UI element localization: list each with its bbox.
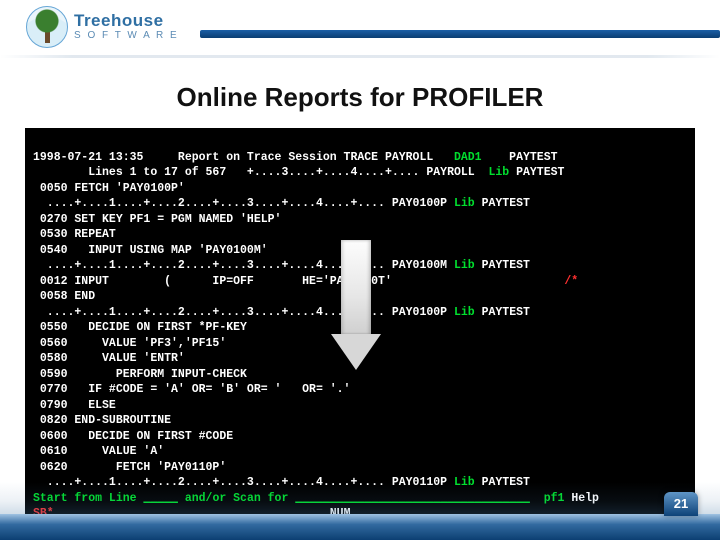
term-line: 0550 DECIDE ON FIRST *PF-KEY <box>33 321 247 334</box>
company-logo: Treehouse S O F T W A R E <box>26 6 179 48</box>
term-line: 0560 VALUE 'PF3','PF15' <box>33 337 226 350</box>
term-line: Lines 1 to 17 of 567 +....3....+....4...… <box>33 166 564 179</box>
page-number: 21 <box>664 492 698 516</box>
footer-band <box>0 514 720 540</box>
term-line: 0540 INPUT USING MAP 'PAY0100M' <box>33 244 268 257</box>
company-name: Treehouse <box>74 12 179 29</box>
term-line: 0050 FETCH 'PAY0100P' <box>33 182 185 195</box>
term-line: 0820 END-SUBROUTINE <box>33 414 171 427</box>
term-line: 0530 REPEAT <box>33 228 116 241</box>
term-line: ....+....1....+....2....+....3....+....4… <box>33 306 530 319</box>
term-line: 0600 DECIDE ON FIRST #CODE <box>33 430 233 443</box>
term-line: 0620 FETCH 'PAY0110P' <box>33 461 226 474</box>
top-bar: Treehouse S O F T W A R E <box>0 0 720 58</box>
footer-fade <box>0 482 720 514</box>
header-divider <box>0 55 720 58</box>
term-line: 0590 PERFORM INPUT-CHECK <box>33 368 247 381</box>
term-line: 0790 ELSE <box>33 399 116 412</box>
term-line: 0012 INPUT ( IP=OFF HE='PAY0100T' /* <box>33 275 578 288</box>
slide-title: Online Reports for PROFILER <box>0 82 720 113</box>
company-tagline: S O F T W A R E <box>74 29 179 43</box>
term-line: 0580 VALUE 'ENTR' <box>33 352 185 365</box>
terminal-panel: 1998-07-21 13:35 Report on Trace Session… <box>22 125 698 540</box>
term-line: 1998-07-21 13:35 Report on Trace Session… <box>33 151 558 164</box>
term-line: 0770 IF #CODE = 'A' OR= 'B' OR= ' OR= '.… <box>33 383 350 396</box>
tree-icon <box>26 6 68 48</box>
term-line: 0058 END <box>33 290 95 303</box>
terminal-screen: 1998-07-21 13:35 Report on Trace Session… <box>25 128 695 540</box>
header-accent-bar <box>200 30 720 38</box>
logo-text: Treehouse S O F T W A R E <box>74 12 179 43</box>
term-line: ....+....1....+....2....+....3....+....4… <box>33 259 530 272</box>
term-line: 0270 SET KEY PF1 = PGM NAMED 'HELP' <box>33 213 281 226</box>
term-line: 0610 VALUE 'A' <box>33 445 164 458</box>
term-line: ....+....1....+....2....+....3....+....4… <box>33 197 530 210</box>
